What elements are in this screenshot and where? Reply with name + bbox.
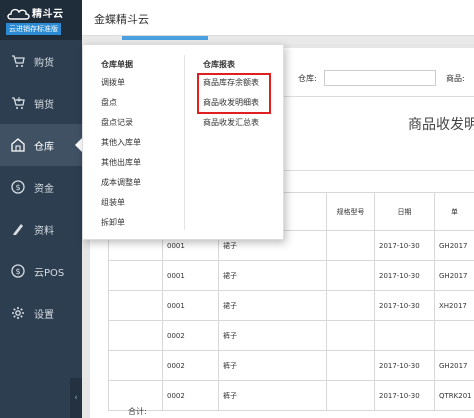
sidebar-item-funds[interactable]: $ 资金 xyxy=(0,166,82,208)
sidebar-item-settings[interactable]: 设置 xyxy=(0,292,82,334)
table-row[interactable]: 0002 裤子 2017-10-30 QTRK201 xyxy=(108,380,474,411)
sidebar-item-purchase[interactable]: 购货 xyxy=(0,40,82,82)
table-cell: 2017-10-30 xyxy=(374,260,435,291)
menu-section-header: 仓库单据 xyxy=(101,60,133,69)
active-tab-indicator[interactable] xyxy=(122,36,208,40)
brand-name: 精斗云 xyxy=(32,9,64,20)
brand-subtitle: 云进销存标准版 xyxy=(6,23,61,35)
cart-out-icon xyxy=(10,95,26,111)
sidebar-item-data[interactable]: 资料 xyxy=(0,208,82,250)
highlight-annotation xyxy=(197,73,271,114)
report-title: 商品收发明 xyxy=(408,117,474,133)
table-row[interactable]: 0002 裤子 xyxy=(108,320,474,351)
table-cell: 裙子 xyxy=(218,290,327,321)
menu-item-assembly[interactable]: 组装单 xyxy=(101,197,141,217)
table-row[interactable]: 0001 裙子 2017-10-30 XH2017 xyxy=(108,290,474,321)
menu-column-documents: 仓库单据 调拨单 盘点 盘点记录 其他入库单 其他出库单 成本调整单 组装单 拆… xyxy=(101,59,141,237)
menu-item-stock-movement-summary[interactable]: 商品收发汇总表 xyxy=(203,117,259,137)
sidebar-item-label: 云POS xyxy=(34,267,65,279)
column-header[interactable]: 单 xyxy=(434,192,474,231)
sidebar-item-label: 设置 xyxy=(34,309,54,321)
table-cell: 2017-10-30 xyxy=(374,380,435,411)
table-cell xyxy=(326,320,375,351)
warehouse-dropdown-menu: 仓库单据 调拨单 盘点 盘点记录 其他入库单 其他出库单 成本调整单 组装单 拆… xyxy=(82,44,284,240)
cloud-logo-icon xyxy=(6,6,30,20)
menu-item-other-outbound[interactable]: 其他出库单 xyxy=(101,157,141,177)
table-cell: 2017-10-30 xyxy=(374,290,435,321)
menu-item-stocktake-records[interactable]: 盘点记录 xyxy=(101,117,141,137)
table-cell xyxy=(326,380,375,411)
menu-item-disassembly[interactable]: 拆卸单 xyxy=(101,217,141,237)
sidebar-item-label: 资料 xyxy=(34,225,54,237)
table-cell xyxy=(434,320,474,351)
table-cell xyxy=(326,290,375,321)
app-title: 金蝶精斗云 xyxy=(94,13,149,26)
table-cell: 裤子 xyxy=(218,380,327,411)
table-cell: 2017-10-30 xyxy=(374,230,435,261)
sidebar-collapse-button[interactable]: ‹ xyxy=(70,378,82,418)
sidebar-item-warehouse[interactable]: 仓库 xyxy=(0,124,82,166)
table-cell: 2017-10-30 xyxy=(374,350,435,381)
table-cell xyxy=(326,260,375,291)
menu-divider xyxy=(184,55,185,230)
svg-text:$: $ xyxy=(15,183,20,192)
table-cell xyxy=(108,320,163,351)
menu-item-cost-adjustment[interactable]: 成本调整单 xyxy=(101,177,141,197)
table-cell: 0002 xyxy=(162,380,219,411)
sidebar-item-label: 销货 xyxy=(34,99,54,111)
menu-item-stocktake[interactable]: 盘点 xyxy=(101,97,141,117)
table-cell: XH2017 xyxy=(434,290,474,321)
menu-section-header: 仓库报表 xyxy=(203,60,235,69)
sidebar-item-sales[interactable]: 销货 xyxy=(0,82,82,124)
table-cell: GH2017 xyxy=(434,230,474,261)
money-icon: $ xyxy=(10,179,26,195)
total-label: 合计: xyxy=(128,407,147,416)
column-header[interactable]: 日期 xyxy=(374,192,435,231)
table-cell: 0001 xyxy=(162,290,219,321)
table-cell: 裙子 xyxy=(218,260,327,291)
sidebar-item-label: 仓库 xyxy=(34,141,54,153)
table-cell: GH2017 xyxy=(434,260,474,291)
cart-icon xyxy=(10,53,26,69)
brand: 精斗云 云进销存标准版 xyxy=(0,0,82,40)
warehouse-label: 仓库: xyxy=(298,74,317,83)
menu-item-other-inbound[interactable]: 其他入库单 xyxy=(101,137,141,157)
table-cell: 0001 xyxy=(162,260,219,291)
gear-icon xyxy=(10,305,26,321)
table-cell: 裤子 xyxy=(218,350,327,381)
tab-strip xyxy=(82,36,474,44)
warehouse-input[interactable] xyxy=(324,70,436,86)
pos-icon: $ xyxy=(10,263,26,279)
table-cell: 裤子 xyxy=(218,320,327,351)
svg-text:$: $ xyxy=(15,267,20,276)
table-cell: GH2017 xyxy=(434,350,474,381)
table-cell: 0002 xyxy=(162,350,219,381)
warehouse-icon xyxy=(10,137,26,153)
table-cell xyxy=(326,230,375,261)
sidebar: 精斗云 云进销存标准版 购货 销货 仓库 $ 资金 资料 $ 云POS 设置 ‹ xyxy=(0,0,82,418)
table-cell xyxy=(326,350,375,381)
table-row[interactable]: 0001 裙子 2017-10-30 GH2017 xyxy=(108,260,474,291)
product-label: 商品: xyxy=(446,74,465,83)
sidebar-item-pos[interactable]: $ 云POS xyxy=(0,250,82,292)
table-cell: QTRK201 xyxy=(434,380,474,411)
menu-item-transfer[interactable]: 调拨单 xyxy=(101,77,141,97)
table-cell xyxy=(374,320,435,351)
column-header[interactable]: 规格型号 xyxy=(326,192,375,231)
table-cell xyxy=(108,290,163,321)
table-cell xyxy=(108,350,163,381)
table-cell xyxy=(108,260,163,291)
sidebar-item-label: 资金 xyxy=(34,183,54,195)
top-bar: 金蝶精斗云 xyxy=(82,0,474,36)
table-row[interactable]: 0002 裤子 2017-10-30 GH2017 xyxy=(108,350,474,381)
sidebar-item-label: 购货 xyxy=(34,57,54,69)
pencil-icon xyxy=(10,221,26,237)
table-cell: 0002 xyxy=(162,320,219,351)
